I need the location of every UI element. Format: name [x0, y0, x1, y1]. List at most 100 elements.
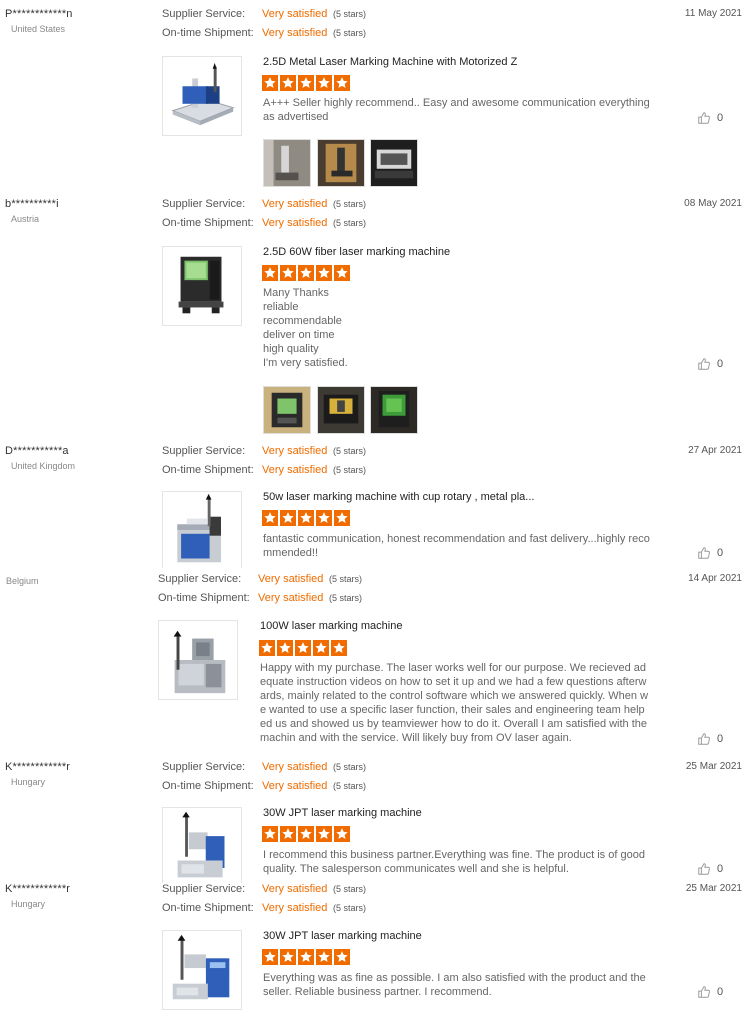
ontime-shipment-label: On-time Shipment:: [162, 902, 254, 914]
review-photo[interactable]: [370, 386, 418, 434]
buyer-country: United Kingdom: [11, 461, 76, 471]
like-button[interactable]: 0: [697, 861, 723, 877]
buyer-country: United States: [11, 24, 66, 34]
product-title[interactable]: 50w laser marking machine with cup rotar…: [263, 491, 534, 503]
star-icon: [262, 510, 278, 526]
star-icon: [298, 265, 314, 281]
thumbs-up-icon: [698, 863, 710, 875]
star-icon: [262, 826, 278, 842]
product-thumbnail[interactable]: [158, 620, 238, 700]
buyer-name: K************r: [5, 883, 71, 895]
like-count: 0: [717, 733, 724, 745]
product-title[interactable]: 2.5D Metal Laser Marking Machine with Mo…: [263, 56, 517, 68]
review-item: D***********a United Kingdom Supplier Se…: [0, 445, 750, 568]
like-button[interactable]: 0: [697, 731, 723, 747]
like-button[interactable]: 0: [697, 545, 723, 561]
ontime-shipment-stars: (5 stars): [329, 593, 363, 603]
review-photo[interactable]: [263, 139, 311, 187]
ontime-shipment-stars: (5 stars): [333, 781, 367, 791]
star-icon: [298, 510, 314, 526]
like-count: 0: [717, 112, 724, 124]
buyer-name: P************n: [5, 8, 73, 20]
buyer-country: Austria: [11, 214, 40, 224]
review-photo[interactable]: [263, 386, 311, 434]
product-title[interactable]: 100W laser marking machine: [260, 620, 402, 632]
star-icon: [331, 640, 347, 656]
thumbs-up-icon: [698, 547, 710, 559]
like-count: 0: [717, 358, 724, 370]
star-rating: [262, 826, 350, 842]
review-date: 27 Apr 2021: [688, 445, 742, 456]
supplier-service-stars: (5 stars): [333, 446, 367, 456]
review-photo[interactable]: [317, 386, 365, 434]
star-icon: [316, 510, 332, 526]
supplier-service-label: Supplier Service:: [162, 198, 246, 210]
star-icon: [280, 265, 296, 281]
review-item: P************n United States Supplier Se…: [0, 8, 750, 190]
star-icon: [262, 949, 278, 965]
like-button[interactable]: 0: [697, 110, 723, 126]
review-item: Belgium Supplier Service: Very satisfied…: [0, 573, 750, 753]
product-thumbnail[interactable]: [162, 807, 242, 883]
thumbs-up-icon: [698, 112, 710, 124]
review-text: Everything was as fine as possible. I am…: [263, 972, 649, 998]
review-date: 25 Mar 2021: [685, 761, 742, 772]
star-rating: [262, 265, 350, 281]
like-button[interactable]: 0: [697, 984, 723, 1000]
review-photo[interactable]: [370, 139, 418, 187]
star-icon: [280, 510, 296, 526]
product-thumbnail[interactable]: [162, 491, 242, 568]
star-icon: [334, 510, 350, 526]
ontime-shipment-label: On-time Shipment:: [162, 780, 254, 792]
supplier-service-value: Very satisfied: [258, 573, 324, 585]
supplier-service-value: Very satisfied: [262, 883, 328, 895]
buyer-name: K************r: [5, 761, 71, 773]
star-icon: [334, 75, 350, 91]
product-thumbnail[interactable]: [162, 930, 242, 1010]
star-icon: [277, 640, 293, 656]
product-title[interactable]: 30W JPT laser marking machine: [263, 930, 422, 942]
supplier-service-value: Very satisfied: [262, 8, 328, 20]
supplier-service-label: Supplier Service:: [158, 573, 242, 585]
review-date: 25 Mar 2021: [685, 883, 742, 894]
review-text: fantastic communication, honest recommen…: [263, 533, 650, 559]
ontime-shipment-value: Very satisfied: [258, 592, 324, 604]
review-date: 08 May 2021: [684, 198, 742, 209]
star-rating: [262, 510, 350, 526]
like-count: 0: [717, 863, 724, 875]
review-item: K************r Hungary Supplier Service:…: [0, 883, 750, 1018]
ontime-shipment-stars: (5 stars): [333, 903, 367, 913]
product-title[interactable]: 30W JPT laser marking machine: [263, 807, 422, 819]
product-thumbnail[interactable]: [162, 246, 242, 326]
ontime-shipment-stars: (5 stars): [333, 28, 367, 38]
supplier-service-stars: (5 stars): [333, 762, 367, 772]
product-title[interactable]: 2.5D 60W fiber laser marking machine: [263, 246, 450, 258]
review-photo[interactable]: [317, 139, 365, 187]
review-date: 11 May 2021: [684, 8, 742, 19]
thumbs-up-icon: [698, 986, 710, 998]
buyer-country: Belgium: [6, 576, 39, 586]
like-button[interactable]: 0: [697, 356, 723, 372]
buyer-country: Hungary: [11, 899, 46, 909]
review-text: A+++ Seller highly recommend.. Easy and …: [263, 97, 653, 123]
ontime-shipment-label: On-time Shipment:: [158, 592, 250, 604]
star-icon: [280, 949, 296, 965]
supplier-service-stars: (5 stars): [329, 574, 363, 584]
buyer-name: b**********i: [5, 198, 59, 210]
star-icon: [262, 75, 278, 91]
star-icon: [334, 949, 350, 965]
buyer-name: D***********a: [5, 445, 69, 457]
star-icon: [316, 265, 332, 281]
star-icon: [334, 826, 350, 842]
star-rating: [262, 949, 350, 965]
supplier-service-stars: (5 stars): [333, 199, 367, 209]
ontime-shipment-stars: (5 stars): [333, 218, 367, 228]
star-icon: [280, 826, 296, 842]
star-icon: [316, 75, 332, 91]
star-icon: [316, 949, 332, 965]
supplier-service-label: Supplier Service:: [162, 8, 246, 20]
review-text: Happy with my purchase. The laser works …: [260, 662, 651, 744]
star-icon: [313, 640, 329, 656]
product-thumbnail[interactable]: [162, 56, 242, 136]
review-text: I recommend this business partner.Everyt…: [263, 849, 649, 875]
